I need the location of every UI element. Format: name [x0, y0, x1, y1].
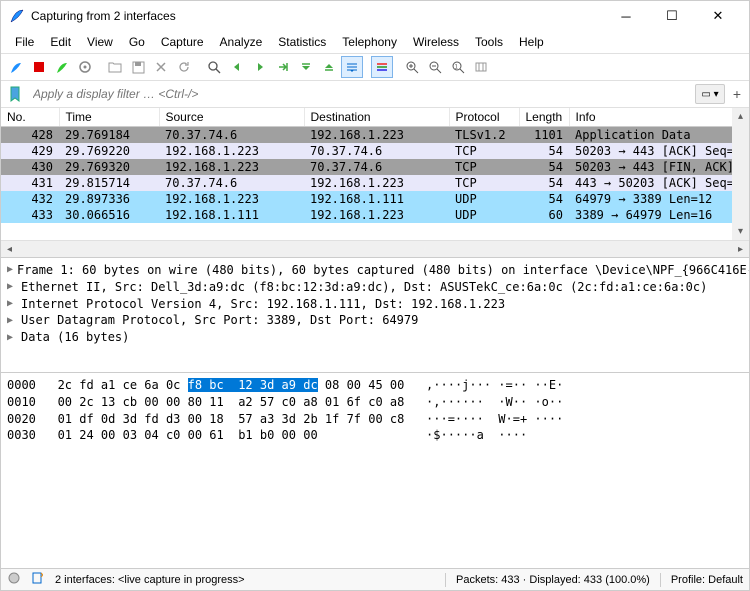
go-forward-button[interactable] — [249, 56, 271, 78]
capture-options-button[interactable] — [74, 56, 96, 78]
menu-analyze[interactable]: Analyze — [212, 33, 271, 51]
add-filter-button[interactable]: + — [729, 86, 745, 102]
filter-bar: ▭ ▾ + — [1, 81, 749, 108]
menu-tools[interactable]: Tools — [467, 33, 511, 51]
packet-row[interactable]: 43129.81571470.37.74.6192.168.1.223TCP54… — [1, 175, 749, 191]
col-time[interactable]: Time — [59, 108, 159, 127]
display-filter-input[interactable] — [29, 85, 691, 103]
hex-row[interactable]: 0000 2c fd a1 ce 6a 0c f8 bc 12 3d a9 dc… — [7, 377, 743, 394]
expander-icon[interactable]: ▶ — [7, 314, 17, 328]
scroll-left-icon[interactable]: ◂ — [1, 241, 18, 258]
details-text: User Datagram Protocol, Src Port: 3389, … — [21, 312, 418, 329]
details-row[interactable]: ▶ Data (16 bytes) — [7, 329, 743, 346]
packet-list-vscroll[interactable]: ▴ ▾ — [732, 108, 749, 240]
details-row[interactable]: ▶ Ethernet II, Src: Dell_3d:a9:dc (f8:bc:… — [7, 279, 743, 296]
expander-icon[interactable]: ▶ — [7, 297, 17, 311]
packet-row[interactable]: 42929.769220192.168.1.22370.37.74.6TCP54… — [1, 143, 749, 159]
hex-row[interactable]: 0010 00 2c 13 cb 00 00 80 11 a2 57 c0 a8… — [7, 394, 743, 411]
menu-statistics[interactable]: Statistics — [270, 33, 334, 51]
find-packet-button[interactable] — [203, 56, 225, 78]
save-file-button[interactable] — [127, 56, 149, 78]
col-destination[interactable]: Destination — [304, 108, 449, 127]
maximize-button[interactable]: ☐ — [649, 1, 695, 31]
packet-list-header: No. Time Source Destination Protocol Len… — [1, 108, 749, 127]
toolbar: 1 — [1, 53, 749, 81]
scroll-down-icon[interactable]: ▾ — [732, 223, 749, 240]
resize-columns-button[interactable] — [470, 56, 492, 78]
details-text: Internet Protocol Version 4, Src: 192.16… — [21, 296, 505, 313]
details-row[interactable]: ▶ Internet Protocol Version 4, Src: 192.1… — [7, 296, 743, 313]
app-icon — [9, 8, 25, 24]
menu-telephony[interactable]: Telephony — [334, 33, 405, 51]
menu-help[interactable]: Help — [511, 33, 552, 51]
stop-capture-button[interactable] — [28, 56, 50, 78]
zoom-in-button[interactable] — [401, 56, 423, 78]
details-text: Ethernet II, Src: Dell_3d:a9:dc (f8:bc:1… — [21, 279, 707, 296]
filter-expression-button[interactable]: ▭ ▾ — [695, 84, 725, 104]
go-back-button[interactable] — [226, 56, 248, 78]
titlebar: Capturing from 2 interfaces ─ ☐ ✕ — [1, 1, 749, 31]
packet-row[interactable]: 43229.897336192.168.1.223192.168.1.111UD… — [1, 191, 749, 207]
menu-wireless[interactable]: Wireless — [405, 33, 467, 51]
packet-row[interactable]: 43330.066516192.168.1.111192.168.1.223UD… — [1, 207, 749, 223]
packet-row[interactable]: 43029.769320192.168.1.22370.37.74.6TCP54… — [1, 159, 749, 175]
close-file-button[interactable] — [150, 56, 172, 78]
menu-file[interactable]: File — [7, 33, 42, 51]
menu-capture[interactable]: Capture — [153, 33, 212, 51]
capture-file-properties-icon[interactable] — [31, 571, 45, 588]
start-capture-button[interactable] — [5, 56, 27, 78]
open-file-button[interactable] — [104, 56, 126, 78]
details-row[interactable]: ▶ User Datagram Protocol, Src Port: 3389,… — [7, 312, 743, 329]
goto-first-button[interactable] — [295, 56, 317, 78]
goto-last-button[interactable] — [318, 56, 340, 78]
col-length[interactable]: Length — [519, 108, 569, 127]
hex-row[interactable]: 0030 01 24 00 03 04 c0 00 61 b1 b0 00 00… — [7, 427, 743, 444]
bookmark-icon[interactable] — [5, 84, 25, 104]
zoom-reset-button[interactable]: 1 — [447, 56, 469, 78]
expert-info-icon[interactable] — [7, 571, 21, 588]
packet-row[interactable]: 42829.76918470.37.74.6192.168.1.223TLSv1… — [1, 127, 749, 144]
expander-icon[interactable]: ▶ — [7, 263, 13, 277]
status-packets: Packets: 433 · Displayed: 433 (100.0%) — [456, 574, 650, 586]
minimize-button[interactable]: ─ — [603, 1, 649, 31]
close-button[interactable]: ✕ — [695, 1, 741, 31]
col-no[interactable]: No. — [1, 108, 59, 127]
col-source[interactable]: Source — [159, 108, 304, 127]
details-text: Data (16 bytes) — [21, 329, 129, 346]
status-left: 2 interfaces: <live capture in progress> — [55, 574, 245, 586]
colorize-button[interactable] — [371, 56, 393, 78]
status-bar: 2 interfaces: <live capture in progress>… — [1, 568, 749, 590]
hex-row[interactable]: 0020 01 df 0d 3d fd d3 00 18 57 a3 3d 2b… — [7, 411, 743, 428]
auto-scroll-button[interactable] — [341, 56, 363, 78]
packet-list-hscroll[interactable]: ◂ ▸ — [1, 240, 749, 257]
expander-icon[interactable]: ▶ — [7, 280, 17, 294]
restart-capture-button[interactable] — [51, 56, 73, 78]
reload-button[interactable] — [173, 56, 195, 78]
col-protocol[interactable]: Protocol — [449, 108, 519, 127]
packet-list-pane: No. Time Source Destination Protocol Len… — [1, 108, 749, 258]
zoom-out-button[interactable] — [424, 56, 446, 78]
menu-go[interactable]: Go — [121, 33, 153, 51]
col-info[interactable]: Info — [569, 108, 749, 127]
menu-edit[interactable]: Edit — [42, 33, 79, 51]
packet-details-pane[interactable]: ▶Frame 1: 60 bytes on wire (480 bits), 6… — [1, 258, 749, 373]
menu-view[interactable]: View — [79, 33, 121, 51]
status-profile[interactable]: Profile: Default — [671, 574, 743, 586]
scroll-right-icon[interactable]: ▸ — [732, 241, 749, 258]
menubar: File Edit View Go Capture Analyze Statis… — [1, 31, 749, 53]
window-title: Capturing from 2 interfaces — [31, 9, 603, 23]
details-row[interactable]: ▶Frame 1: 60 bytes on wire (480 bits), 6… — [7, 262, 743, 279]
goto-packet-button[interactable] — [272, 56, 294, 78]
packet-bytes-pane[interactable]: 0000 2c fd a1 ce 6a 0c f8 bc 12 3d a9 dc… — [1, 373, 749, 568]
expander-icon[interactable]: ▶ — [7, 331, 17, 345]
scroll-up-icon[interactable]: ▴ — [732, 108, 749, 125]
details-text: Frame 1: 60 bytes on wire (480 bits), 60… — [17, 262, 749, 279]
